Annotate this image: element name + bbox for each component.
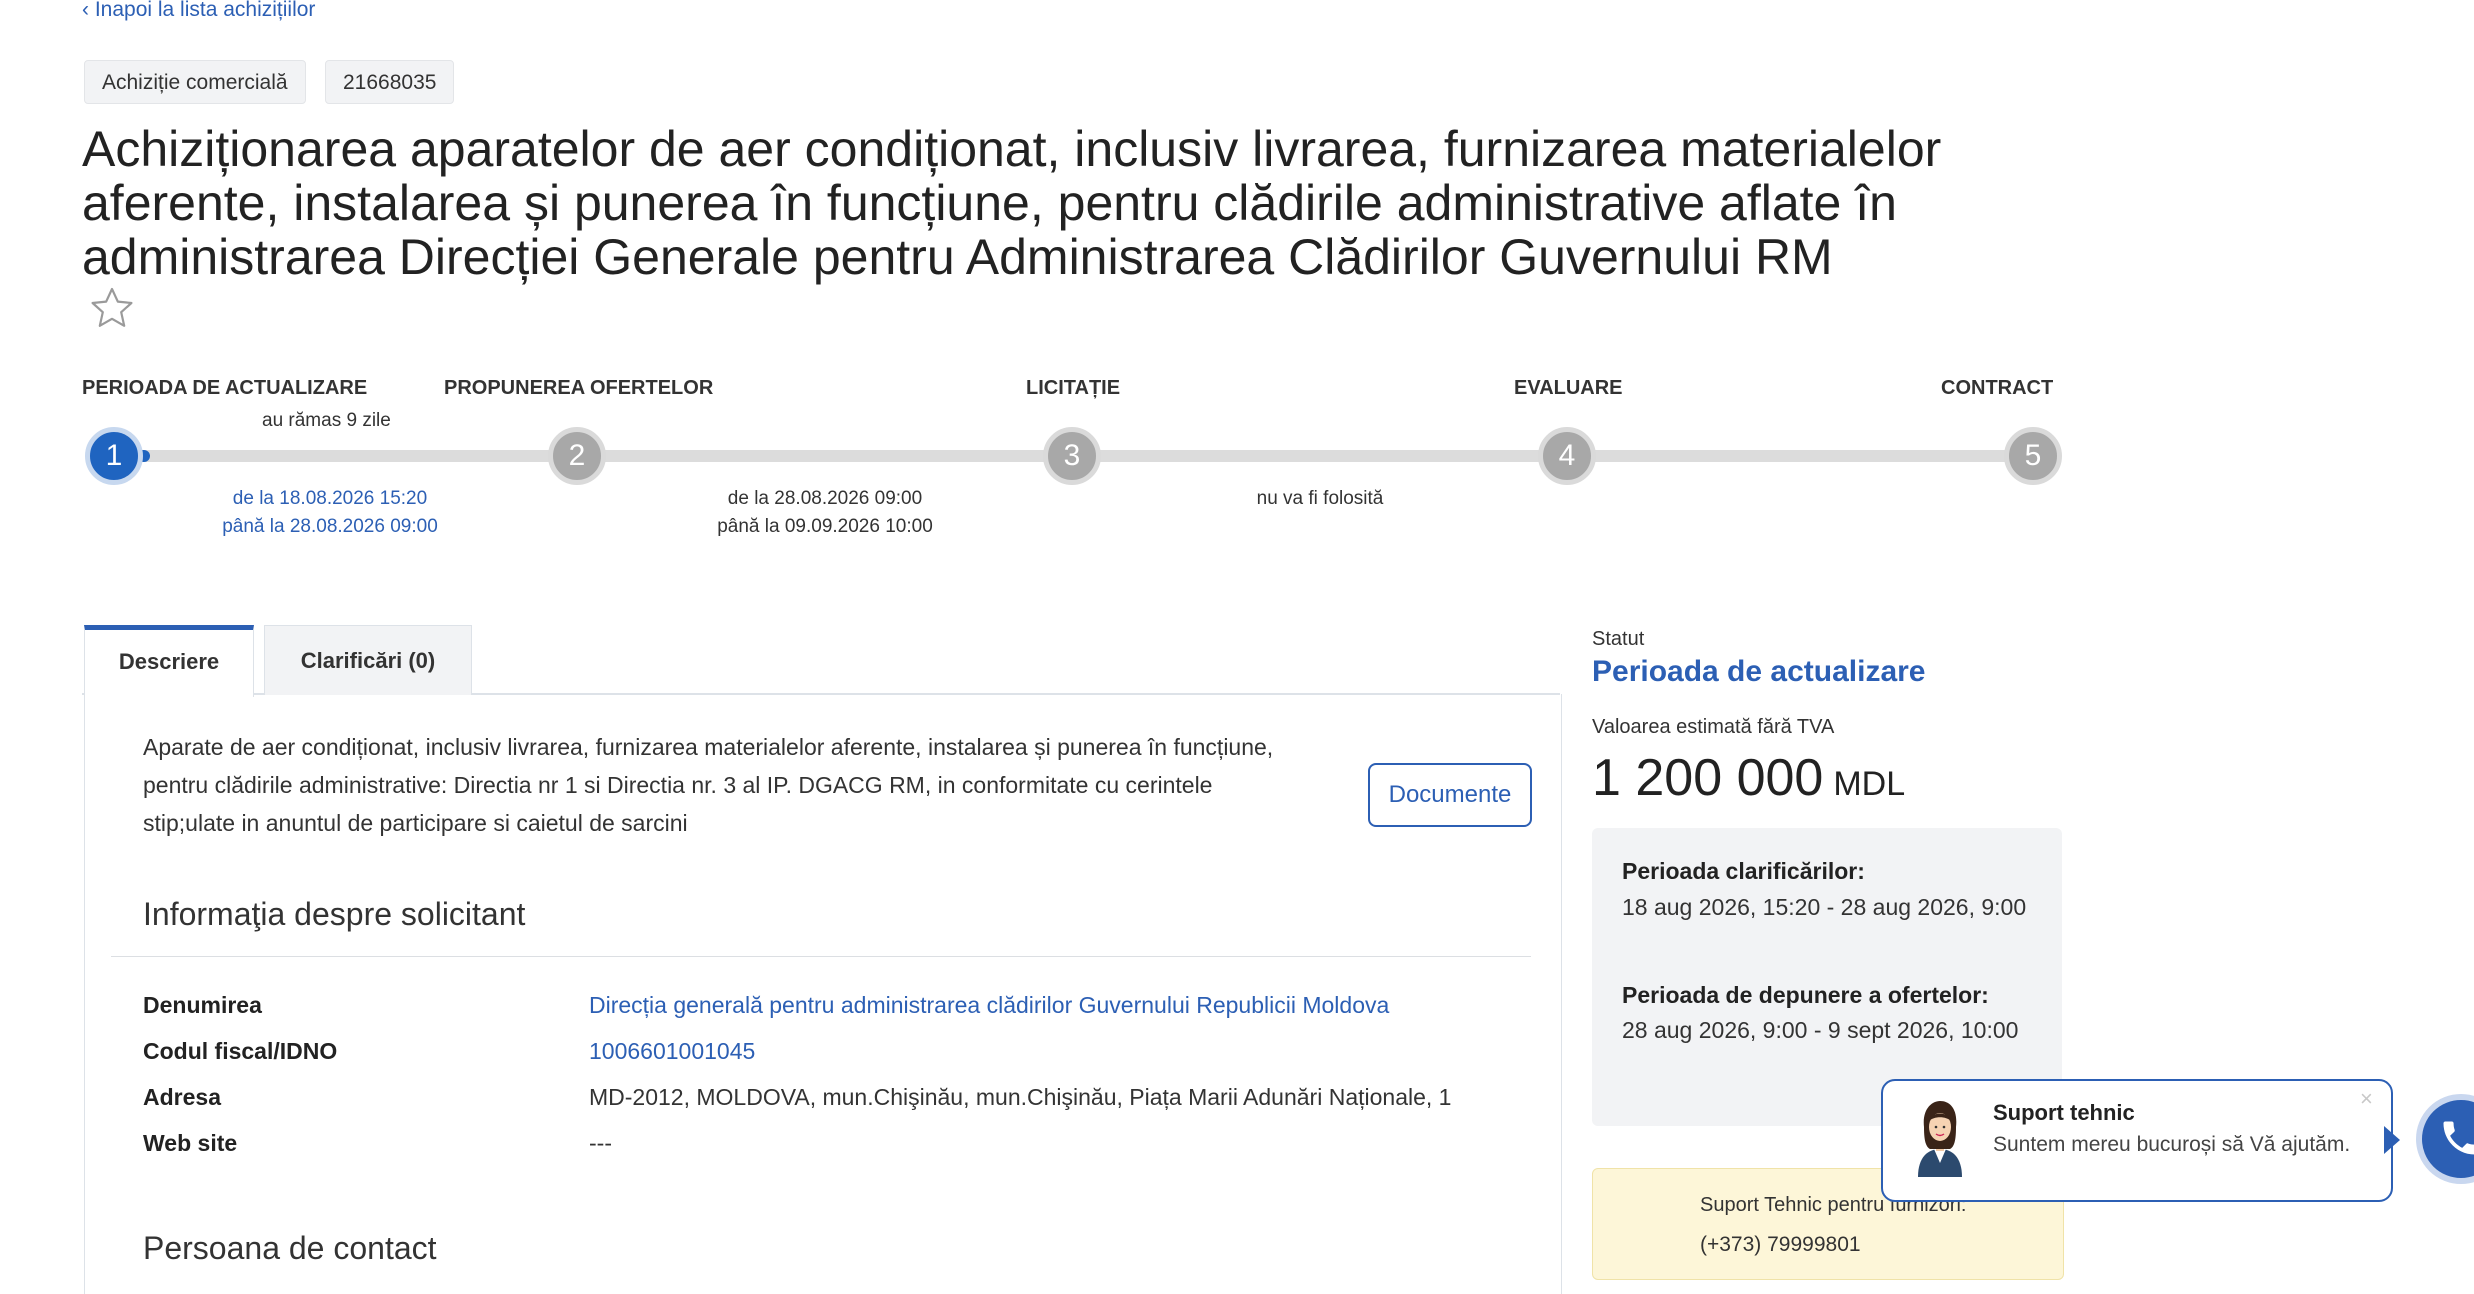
status-value: Perioada de actualizare: [1592, 655, 1926, 688]
back-to-list-link[interactable]: ‹ Înapoi la lista achizițiilor: [82, 0, 315, 22]
period-1-to: până la 28.08.2026 09:00: [222, 516, 438, 537]
address-label: Adresa: [143, 1084, 221, 1110]
step-1: 1: [85, 427, 143, 485]
amount-value: 1 200 000: [1592, 749, 1824, 807]
status-label: Statut: [1592, 628, 1645, 650]
page-title: Achiziționarea aparatelor de aer condiți…: [82, 121, 1942, 285]
close-icon[interactable]: ×: [2360, 1086, 2373, 1112]
stage-label-auction: LICITAȚIE: [1026, 377, 1121, 399]
support-title: Suport tehnic: [1993, 1100, 2135, 1125]
period-2-dates: de la 28.08.2026 09:00 până la 09.09.202…: [685, 485, 965, 541]
stage-label-evaluation: EVALUARE: [1514, 377, 1623, 399]
support-popup-tail: [2384, 1126, 2400, 1154]
tab-clarifications[interactable]: Clarificări (0): [264, 625, 472, 695]
remaining-days: au rămas 9 zile: [262, 410, 391, 431]
stage-label-update: PERIOADA DE ACTUALIZARE: [82, 377, 368, 399]
applicant-name-link[interactable]: Direcția generală pentru administrarea c…: [589, 992, 1389, 1019]
section-divider: [111, 956, 1531, 957]
star-icon[interactable]: [88, 284, 136, 332]
stage-label-offers: PROPUNEREA OFERTELOR: [444, 377, 714, 399]
supplier-support-phone[interactable]: (+373) 79999801: [1700, 1233, 1861, 1257]
fiscal-code-label: Codul fiscal/IDNO: [143, 1038, 338, 1064]
website-label: Web site: [143, 1130, 238, 1156]
period-2-to: până la 09.09.2026 10:00: [717, 516, 933, 537]
procurement-type-badge: Achiziție comercială: [84, 60, 306, 104]
step-4: 4: [1538, 427, 1596, 485]
period-2-from: de la 28.08.2026 09:00: [727, 488, 923, 509]
step-5: 5: [2004, 427, 2062, 485]
procurement-description: Aparate de aer condiționat, inclusiv liv…: [143, 734, 1274, 836]
tab-description[interactable]: Descriere: [84, 625, 254, 697]
support-text: Suntem mereu bucuroși să Vă ajutăm.: [1993, 1133, 2351, 1156]
applicant-heading: Informaţia despre solicitant: [143, 896, 526, 932]
stage-label-contract: CONTRACT: [1941, 377, 2054, 399]
documents-button[interactable]: Documente: [1368, 763, 1532, 827]
estimate-label: Valoarea estimată fără TVA: [1592, 716, 1835, 738]
offers-period-value: 28 aug 2026, 9:00 - 9 sept 2026, 10:00: [1622, 1017, 2019, 1043]
estimated-amount: 1 200 000 MDL: [1592, 748, 1905, 808]
offers-period-heading: Perioada de depunere a ofertelor:: [1622, 982, 1989, 1008]
clarification-period-heading: Perioada clarificărilor:: [1622, 858, 1865, 884]
website-value: ---: [589, 1130, 612, 1156]
contact-heading: Persoana de contact: [143, 1230, 437, 1266]
clarification-period-value: 18 aug 2026, 15:20 - 28 aug 2026, 9:00: [1622, 894, 2027, 920]
period-1-dates: de la 18.08.2026 15:20 până la 28.08.202…: [190, 485, 470, 541]
applicant-name-label: Denumirea: [143, 992, 262, 1018]
auction-note: nu va fi folosită: [1256, 488, 1384, 509]
step-2: 2: [548, 427, 606, 485]
period-1-from: de la 18.08.2026 15:20: [232, 488, 428, 509]
support-agent-avatar: [1918, 1101, 1962, 1177]
address-value: MD-2012, MOLDOVA, mun.Chişinău, mun.Chiş…: [589, 1084, 1452, 1110]
procurement-id-badge: 21668035: [325, 60, 455, 104]
fiscal-code-link[interactable]: 1006601001045: [589, 1038, 755, 1065]
phone-icon[interactable]: [2416, 1094, 2474, 1184]
amount-currency: MDL: [1833, 765, 1906, 803]
step-3: 3: [1043, 427, 1101, 485]
